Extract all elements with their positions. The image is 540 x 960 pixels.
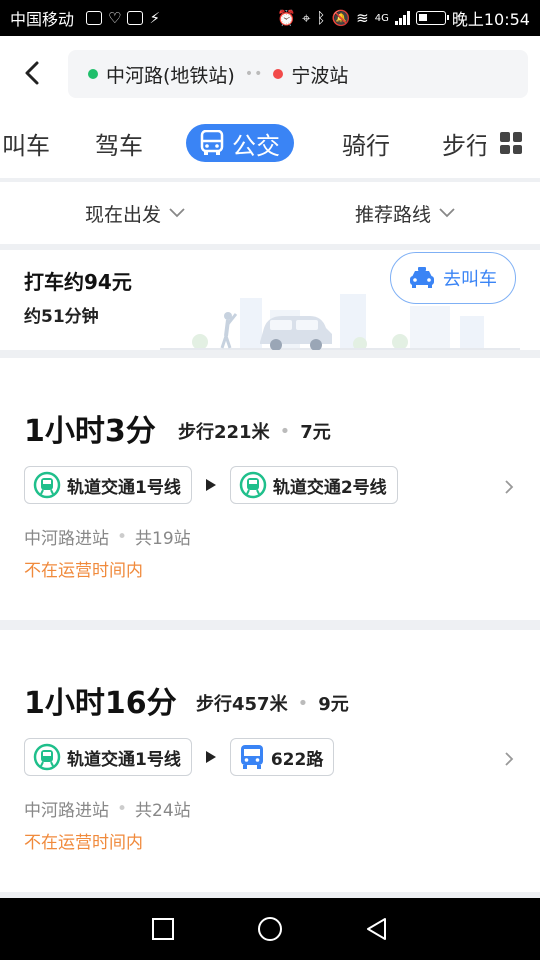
segment-chip-metro: 轨道交通2号线 xyxy=(229,466,398,504)
back-nav-button[interactable] xyxy=(365,917,389,941)
stop-info: 中河路进站 • 共19站 xyxy=(24,524,191,550)
message-icon xyxy=(127,11,144,25)
notification-icon xyxy=(86,11,103,25)
wifi-icon: ≋ xyxy=(356,9,369,27)
segment-label: 轨道交通1号线 xyxy=(67,477,181,498)
route-separator: •• xyxy=(244,66,264,82)
taxi-duration: 约51分钟 xyxy=(24,307,99,327)
metro-icon xyxy=(239,471,267,499)
transfer-arrow-icon xyxy=(205,751,216,763)
metro-icon xyxy=(33,471,61,499)
service-notice: 不在运营时间内 xyxy=(24,561,143,581)
fare: 7元 xyxy=(300,422,331,443)
service-notice: 不在运营时间内 xyxy=(24,833,143,853)
system-navigation-bar xyxy=(0,898,540,960)
route-preference-label: 推荐路线 xyxy=(354,203,431,226)
destination-label: 宁波站 xyxy=(291,64,349,87)
tab-label: 叫车 xyxy=(2,131,50,160)
route-option-card[interactable]: 1小时3分 步行221米 • 7元 轨道交通1号线 轨道交通2号线 中河路进站 … xyxy=(0,358,540,620)
origin-dot-icon xyxy=(88,69,98,79)
heart-rate-icon: ♡ xyxy=(108,9,122,27)
location-icon: ⌖ xyxy=(302,9,311,27)
walk-distance: 步行221米 xyxy=(178,422,270,443)
origin-label: 中河路(地铁站) xyxy=(106,64,235,87)
mute-icon: 🔕 xyxy=(331,9,351,27)
departure-time-label: 现在出发 xyxy=(84,203,161,226)
bus-icon xyxy=(240,745,263,769)
chevron-left-icon xyxy=(25,61,39,85)
route-segments: 轨道交通1号线 622路 xyxy=(24,738,335,776)
tab-walk[interactable]: 步行 xyxy=(442,124,486,162)
clock: 晚上10:54 xyxy=(451,10,530,29)
taxi-icon xyxy=(410,267,434,288)
segment-chip-metro: 轨道交通1号线 xyxy=(24,738,192,776)
transport-mode-tabs: 叫车 驾车 公交 骑行 步行 xyxy=(0,120,540,166)
call-taxi-label: 去叫车 xyxy=(443,269,497,290)
tab-label: 步行 xyxy=(442,131,486,160)
tab-label: 骑行 xyxy=(342,131,390,160)
recent-apps-button[interactable] xyxy=(151,917,175,941)
more-modes-grid-icon[interactable] xyxy=(500,132,522,154)
chevron-right-icon xyxy=(505,752,514,766)
segment-chip-bus: 622路 xyxy=(229,738,335,776)
transfer-arrow-icon xyxy=(205,479,216,491)
route-meta: 步行221米 • 7元 xyxy=(178,418,331,444)
bus-icon xyxy=(200,130,224,155)
chevron-right-icon xyxy=(505,480,514,494)
walk-distance: 步行457米 xyxy=(196,694,288,715)
stop-count: 共24站 xyxy=(135,801,191,821)
carrier: 中国移动 ♡ ⚡ xyxy=(10,6,160,30)
tab-drive[interactable]: 驾车 xyxy=(95,124,143,162)
route-duration: 1小时3分 xyxy=(24,414,156,449)
route-segments: 轨道交通1号线 轨道交通2号线 xyxy=(24,466,398,504)
route-option-card[interactable]: 1小时16分 步行457米 • 9元 轨道交通1号线 622路 中河路进站 • … xyxy=(0,630,540,892)
segment-label: 622路 xyxy=(270,749,324,770)
taxi-suggestion[interactable]: 打车约94元 约51分钟 去叫车 xyxy=(0,250,540,350)
segment-chip-metro: 轨道交通1号线 xyxy=(24,466,192,504)
stop-count: 共19站 xyxy=(135,529,191,549)
battery-icon xyxy=(415,11,449,25)
tab-label: 公交 xyxy=(232,131,280,160)
destination-dot-icon xyxy=(273,69,284,79)
departure-time-dropdown[interactable]: 现在出发 xyxy=(0,182,270,244)
call-taxi-button[interactable]: 去叫车 xyxy=(390,252,516,304)
route-summary[interactable]: 中河路(地铁站) •• 宁波站 xyxy=(68,50,528,98)
home-button[interactable] xyxy=(257,916,283,942)
fare: 9元 xyxy=(318,694,349,715)
network-type: 4G xyxy=(374,12,389,24)
app-icon: ⚡ xyxy=(149,9,161,27)
tab-label: 驾车 xyxy=(95,131,143,160)
boarding-station: 中河路进站 xyxy=(24,529,109,549)
route-meta: 步行457米 • 9元 xyxy=(196,690,349,716)
filter-bar: 现在出发 推荐路线 xyxy=(0,182,540,244)
signal-icon xyxy=(394,11,410,25)
segment-label: 轨道交通1号线 xyxy=(67,749,181,770)
tab-transit[interactable]: 公交 xyxy=(186,124,294,162)
boarding-station: 中河路进站 xyxy=(24,801,109,821)
route-header: 中河路(地铁站) •• 宁波站 叫车 驾车 公交 骑行 步行 xyxy=(0,36,540,178)
route-preference-dropdown[interactable]: 推荐路线 xyxy=(270,182,540,244)
segment-label: 轨道交通2号线 xyxy=(272,477,387,498)
tab-cycling[interactable]: 骑行 xyxy=(342,124,390,162)
chevron-down-icon xyxy=(439,208,455,218)
status-bar: 中国移动 ♡ ⚡ ⏰ ⌖ ᛒ 🔕 ≋ 4G 晚上10:54 xyxy=(0,0,540,36)
bluetooth-icon: ᛒ xyxy=(316,9,326,27)
taxi-price: 打车约94元 xyxy=(24,270,132,294)
back-button[interactable] xyxy=(18,58,48,88)
stop-info: 中河路进站 • 共24站 xyxy=(24,796,191,822)
chevron-down-icon xyxy=(169,208,185,218)
tab-taxi[interactable]: 叫车 xyxy=(0,124,50,162)
metro-icon xyxy=(33,743,61,771)
route-duration: 1小时16分 xyxy=(24,686,177,721)
carrier-name: 中国移动 xyxy=(10,10,75,29)
alarm-icon: ⏰ xyxy=(277,9,297,27)
